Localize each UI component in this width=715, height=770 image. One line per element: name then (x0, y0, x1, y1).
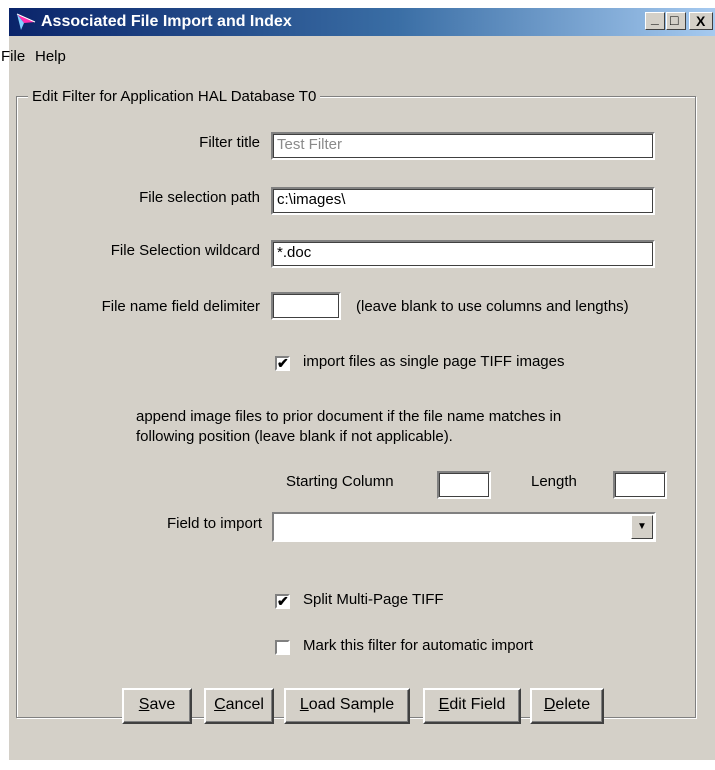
maximize-button[interactable]: □ (666, 12, 686, 30)
delete-button[interactable]: Delete (530, 688, 604, 724)
single-tiff-checkbox[interactable]: ✔ (275, 356, 290, 371)
minimize-icon: _ (651, 10, 659, 26)
dropdown-arrow-button[interactable]: ▼ (631, 515, 653, 539)
split-tiff-checkbox[interactable]: ✔ (275, 594, 290, 609)
length-label: Length (531, 473, 577, 490)
load-sample-mnemonic: L (299, 696, 309, 713)
cancel-mnemonic: C (214, 696, 226, 713)
save-button[interactable]: Save (122, 688, 192, 724)
maximize-icon: □ (670, 12, 679, 28)
filter-title-label: Filter title (199, 134, 260, 151)
delimiter-label: File name field delimiter (101, 298, 260, 315)
edit-field-button[interactable]: Edit Field (423, 688, 521, 724)
delimiter-hint: (leave blank to use columns and lengths) (356, 298, 629, 315)
length-input[interactable] (613, 471, 667, 499)
groupbox-title: Edit Filter for Application HAL Database… (28, 88, 321, 105)
chevron-down-icon: ▼ (637, 521, 647, 532)
field-to-import-select[interactable]: ▼ (272, 512, 656, 542)
app-icon (15, 12, 37, 32)
save-label-rest: ave (149, 696, 176, 713)
auto-import-checkbox[interactable] (275, 640, 290, 655)
auto-import-label: Mark this filter for automatic import (303, 637, 534, 654)
edit-field-mnemonic: E (438, 696, 450, 713)
delimiter-input[interactable] (271, 292, 341, 320)
filter-title-input[interactable]: Test Filter (271, 132, 655, 160)
cancel-label-rest: ancel (225, 696, 264, 713)
window-title: Associated File Import and Index (41, 13, 292, 30)
wildcard-label: File Selection wildcard (110, 242, 260, 259)
file-path-input[interactable]: c:\images\ (271, 187, 655, 215)
starting-column-input[interactable] (437, 471, 491, 499)
save-mnemonic: S (138, 696, 150, 713)
title-bar[interactable]: Associated File Import and Index _ □ X (9, 8, 715, 36)
menu-help[interactable]: Help (35, 48, 66, 65)
menu-file[interactable]: File (1, 48, 25, 65)
delete-mnemonic: D (543, 696, 556, 713)
append-instruction-line2: following position (leave blank if not a… (136, 428, 453, 445)
minimize-button[interactable]: _ (645, 10, 665, 30)
single-tiff-label: import files as single page TIFF images (303, 353, 565, 370)
load-sample-label-rest: oad Sample (308, 696, 395, 713)
field-to-import-label: Field to import (166, 515, 262, 532)
cancel-button[interactable]: Cancel (204, 688, 274, 724)
append-instruction-line1: append image files to prior document if … (136, 408, 562, 425)
delete-label-rest: elete (555, 696, 591, 713)
close-button[interactable]: X (689, 12, 713, 30)
split-tiff-label: Split Multi-Page TIFF (303, 591, 444, 608)
file-path-label: File selection path (139, 189, 260, 206)
edit-field-label-rest: dit Field (449, 696, 506, 713)
load-sample-button[interactable]: Load Sample (284, 688, 410, 724)
wildcard-input[interactable]: *.doc (271, 240, 655, 268)
starting-column-label: Starting Column (286, 473, 394, 490)
close-icon: X (696, 13, 706, 29)
